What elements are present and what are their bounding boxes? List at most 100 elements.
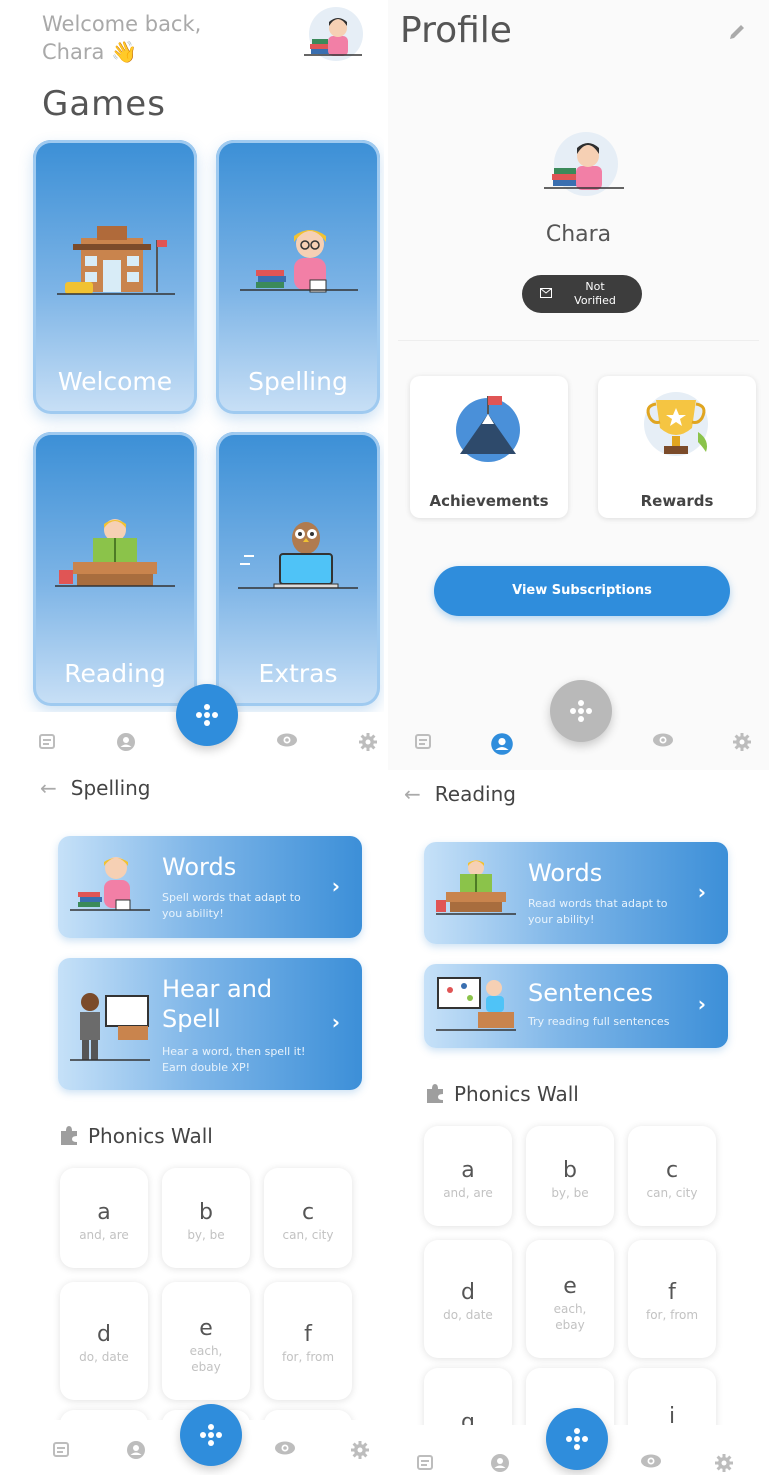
mountain-flag-icon [456, 396, 520, 462]
phonics-wall-title: Phonics Wall [58, 1124, 213, 1151]
letter-card-d[interactable]: d do, date [60, 1282, 148, 1400]
child-reading-icon [436, 860, 516, 915]
badge-text: Not Vorified [560, 280, 630, 308]
games-fab[interactable] [176, 684, 238, 746]
phonics-wall-title: Phonics Wall [424, 1082, 579, 1109]
profile-screen: Profile Chara Not Vorified Achievements … [388, 0, 769, 770]
game-card-welcome[interactable]: Welcome [33, 140, 197, 414]
letter: e [563, 1274, 577, 1299]
game-card-label: Welcome [57, 367, 173, 396]
activity-desc: Try reading full sentences [528, 1015, 670, 1028]
settings-icon[interactable] [732, 732, 752, 756]
puzzle-icon [424, 1082, 446, 1109]
game-card-label: Reading [64, 659, 166, 688]
letter: d [97, 1322, 111, 1347]
example-words: for, from [281, 1350, 335, 1364]
eye-icon[interactable] [274, 1440, 296, 1460]
letter-card-a[interactable]: a and, are [60, 1168, 148, 1268]
tile-label: Achievements [429, 492, 549, 510]
games-fab[interactable] [180, 1404, 242, 1466]
profile-icon[interactable] [126, 1440, 146, 1464]
profile-icon[interactable] [490, 732, 514, 760]
letter-card-c[interactable]: c can, city [628, 1126, 716, 1226]
calendar-icon[interactable] [52, 1440, 70, 1462]
calendar-icon[interactable] [414, 732, 432, 754]
eye-icon[interactable] [652, 732, 674, 752]
profile-icon[interactable] [490, 1453, 510, 1475]
letter: c [665, 1158, 679, 1183]
letter-card-e[interactable]: e each, ebay [526, 1240, 614, 1358]
view-subscriptions-button[interactable]: View Subscriptions [434, 566, 730, 616]
phonics-wall-label: Phonics Wall [88, 1124, 213, 1148]
game-card-label: Spelling [248, 367, 348, 396]
badge-line2: Vorified [574, 294, 616, 307]
back-arrow-icon[interactable]: ← [40, 776, 57, 800]
letter-card-f[interactable]: f for, from [264, 1282, 352, 1400]
letter-card-f[interactable]: f for, from [628, 1240, 716, 1358]
page-title: Profile [400, 10, 512, 51]
activity-desc: Read words that adapt to your ability! [528, 897, 668, 926]
header: ← Reading [404, 782, 516, 806]
spelling-screen: ← Spelling Words Spell words that adapt t… [0, 770, 384, 1475]
eye-icon[interactable] [276, 732, 298, 752]
example-words: by, be [187, 1228, 225, 1242]
game-card-reading[interactable]: Reading [33, 432, 197, 706]
example-words-line2: ebay [555, 1318, 585, 1332]
edit-icon[interactable] [727, 22, 747, 46]
game-card-extras[interactable]: Extras [216, 432, 380, 706]
girl-writing-icon [70, 857, 150, 911]
letter-card-b[interactable]: b by, be [162, 1168, 250, 1268]
settings-icon[interactable] [358, 732, 378, 756]
activity-title-line1: Hear and [162, 975, 273, 1003]
activity-desc: Spell words that adapt to you ability! [162, 891, 301, 920]
letter-card-e[interactable]: e each, ebay [162, 1282, 250, 1400]
letter: f [668, 1280, 676, 1305]
letter-card-d[interactable]: d do, date [424, 1240, 512, 1358]
child-reading-icon [55, 519, 175, 587]
letter-card-a[interactable]: a and, are [424, 1126, 512, 1226]
games-screen: Welcome back, Chara 👋 Games Welcome Spel… [0, 0, 384, 770]
example-words-line2: ebay [191, 1360, 221, 1374]
games-fab-icon [570, 700, 592, 722]
games-fab[interactable] [550, 680, 612, 742]
chevron-right-icon: › [697, 880, 706, 904]
letter: f [304, 1322, 312, 1347]
settings-icon[interactable] [350, 1440, 370, 1464]
letter: a [461, 1158, 475, 1183]
badge-line1: Not [585, 280, 605, 293]
letter-card-b[interactable]: b by, be [526, 1126, 614, 1226]
activity-card-words[interactable]: Words Spell words that adapt to you abil… [58, 836, 362, 938]
back-arrow-icon[interactable]: ← [404, 782, 421, 806]
reading-screen: ← Reading Words Read words that adapt to … [388, 770, 769, 1475]
games-fab[interactable] [546, 1408, 608, 1470]
letter: e [199, 1316, 213, 1341]
games-fab-icon [566, 1428, 588, 1450]
achievements-tile[interactable]: Achievements [410, 376, 568, 518]
activity-card-words[interactable]: Words Read words that adapt to your abil… [424, 842, 728, 944]
avatar[interactable] [300, 4, 366, 62]
letter: d [461, 1280, 475, 1305]
example-words: and, are [443, 1186, 493, 1200]
profile-icon[interactable] [116, 732, 136, 756]
calendar-icon[interactable] [38, 732, 56, 754]
activity-title: Words [162, 853, 237, 881]
greeting-line2: Chara 👋 [42, 40, 138, 64]
letter-card-c[interactable]: c can, city [264, 1168, 352, 1268]
greeting: Welcome back, Chara 👋 [42, 10, 201, 66]
verification-badge[interactable]: Not Vorified [522, 275, 642, 313]
settings-icon[interactable] [714, 1453, 734, 1475]
activity-card-sentences[interactable]: Sentences Try reading full sentences › [424, 964, 728, 1048]
letter: b [199, 1200, 213, 1225]
eye-icon[interactable] [640, 1453, 662, 1473]
example-words: do, date [79, 1350, 129, 1364]
activity-card-hear-and-spell[interactable]: Hear and Spell Hear a word, then spell i… [58, 958, 362, 1090]
girl-writing-icon [240, 230, 358, 293]
example-words: and, are [79, 1228, 129, 1242]
calendar-icon[interactable] [416, 1453, 434, 1475]
activity-title-line2: Spell [162, 1005, 221, 1033]
teacher-board-icon [436, 977, 516, 1031]
page-title: Spelling [70, 776, 151, 800]
rewards-tile[interactable]: Rewards [598, 376, 756, 518]
activity-title: Sentences [528, 979, 654, 1007]
game-card-spelling[interactable]: Spelling [216, 140, 380, 414]
